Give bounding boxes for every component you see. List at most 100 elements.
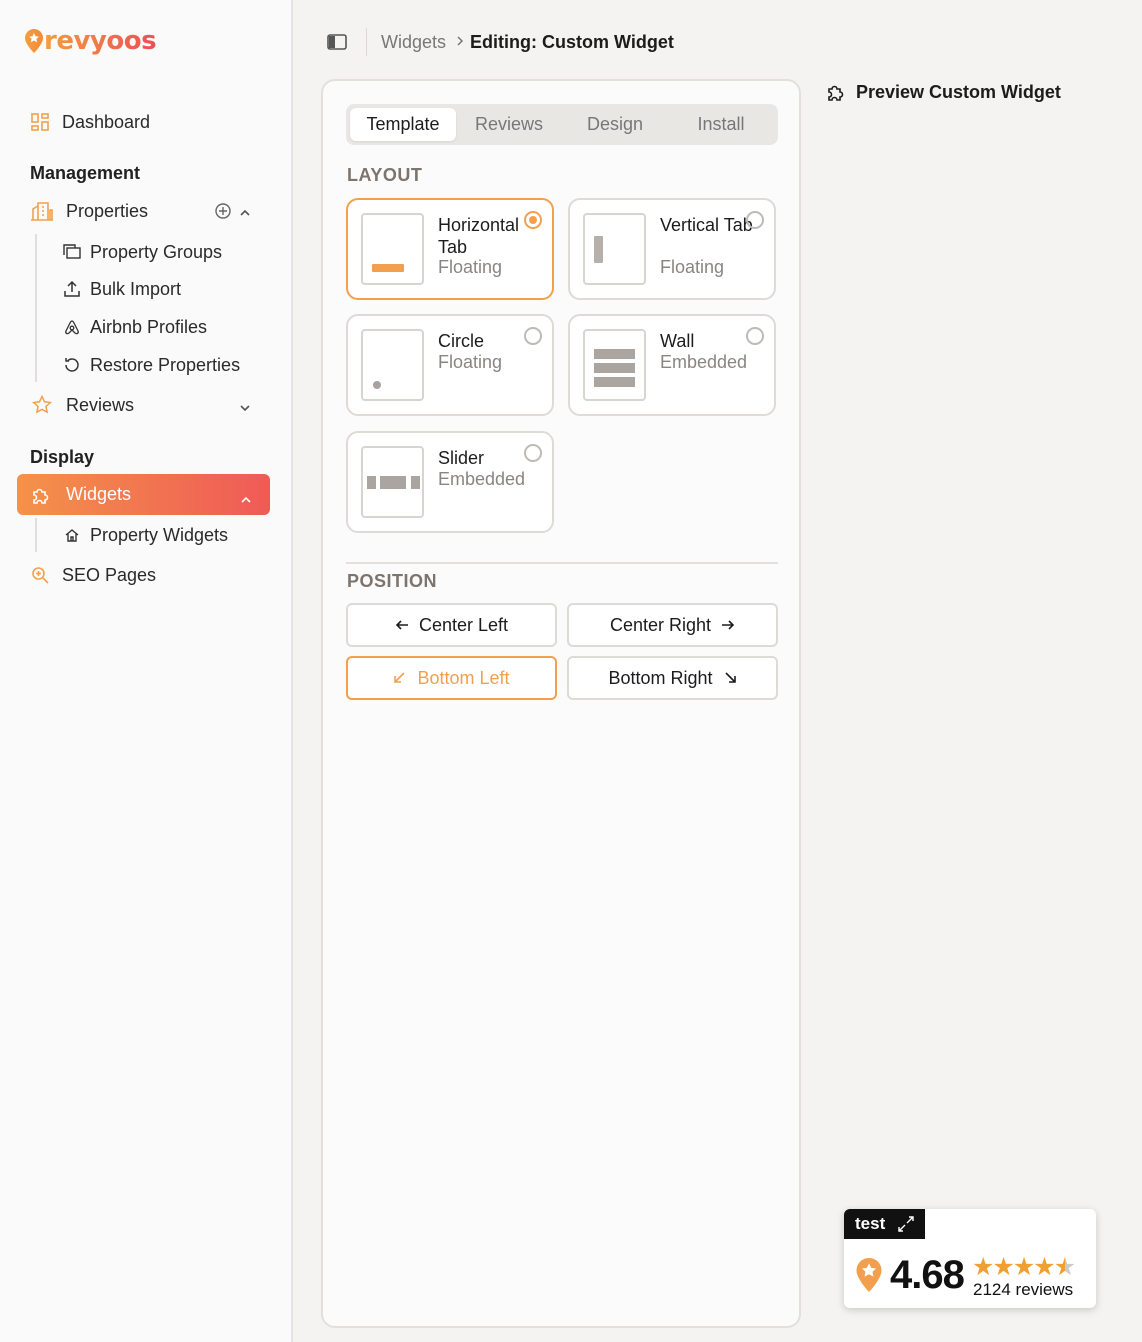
sidebar-item-label: Restore Properties — [90, 354, 241, 375]
position-center-left-button[interactable]: Center Left — [346, 603, 557, 647]
sidebar-item-label: Property Groups — [90, 241, 223, 262]
review-widget-preview[interactable]: test 4.68 ★★★★★ 2124 reviews — [844, 1209, 1096, 1308]
layout-thumbnail — [583, 329, 646, 401]
layout-option-wall[interactable]: Wall Embedded — [568, 314, 776, 416]
pin-star-icon — [856, 1258, 882, 1292]
star-icon: ★ — [1012, 1253, 1035, 1281]
layout-option-title: Slider — [438, 448, 485, 468]
sidebar-item-label: Dashboard — [62, 111, 151, 132]
layout-section-label: LAYOUT — [347, 165, 423, 185]
layout-radio[interactable] — [746, 327, 764, 345]
section-label-display: Display — [30, 447, 95, 467]
layout-radio[interactable] — [524, 211, 542, 229]
layout-option-horizontal-tab[interactable]: Horizontal Tab Floating — [346, 198, 554, 300]
sidebar-item-label: SEO Pages — [62, 564, 157, 585]
position-bottom-right-button[interactable]: Bottom Right — [567, 656, 778, 700]
position-bottom-left-button[interactable]: Bottom Left — [346, 656, 557, 700]
seo-search-icon — [30, 565, 50, 585]
layout-option-subtitle: Floating — [438, 257, 503, 277]
chevron-up-icon[interactable] — [239, 205, 251, 223]
arrow-down-right-icon — [724, 672, 736, 683]
sidebar-item-label: Reviews — [66, 394, 135, 415]
position-center-right-button[interactable]: Center Right — [567, 603, 778, 647]
puzzle-icon — [30, 484, 52, 506]
sidebar-item-label: Bulk Import — [90, 278, 182, 299]
dashboard-icon — [30, 112, 50, 132]
divider — [366, 28, 367, 56]
sidebar-item-bulk-import[interactable]: Bulk Import — [62, 276, 181, 302]
layout-option-subtitle: Floating — [660, 257, 725, 277]
position-label: Bottom Left — [417, 667, 510, 688]
layout-radio[interactable] — [524, 327, 542, 345]
star-icon: ★ — [972, 1253, 994, 1281]
half-star-icon: ★ — [1053, 1253, 1076, 1281]
widget-tab[interactable]: test — [844, 1209, 925, 1239]
layout-thumbnail — [361, 446, 424, 518]
tree-line — [35, 518, 37, 552]
airbnb-icon — [62, 317, 82, 337]
editor-panel: Template Reviews Design Install LAYOUT H… — [321, 79, 801, 1328]
sidebar-item-seo-pages[interactable]: SEO Pages — [30, 562, 156, 588]
layout-option-title: Horizontal Tab — [438, 215, 520, 257]
sidebar-item-reviews[interactable]: Reviews — [30, 392, 134, 418]
sidebar-item-label: Airbnb Profiles — [90, 316, 208, 337]
layout-option-subtitle: Embedded — [660, 352, 748, 372]
layout-option-circle[interactable]: Circle Floating — [346, 314, 554, 416]
sidebar-item-dashboard[interactable]: Dashboard — [30, 109, 150, 135]
toggle-sidebar-icon[interactable] — [326, 33, 348, 51]
chevron-down-icon[interactable] — [239, 400, 251, 418]
layout-radio[interactable] — [746, 211, 764, 229]
rating-stars: ★★★★★ — [972, 1252, 1076, 1282]
sidebar-item-widgets[interactable]: Widgets — [17, 474, 270, 515]
chevron-up-icon[interactable] — [240, 489, 252, 510]
arrow-left-icon — [395, 620, 408, 630]
preview-heading: Preview Custom Widget — [825, 81, 1061, 103]
layout-option-title: Wall — [660, 331, 695, 351]
arrow-down-left-icon — [394, 672, 406, 683]
section-label-management: Management — [30, 163, 141, 183]
pin-star-icon — [25, 29, 43, 53]
expand-icon[interactable] — [897, 1215, 915, 1233]
layout-option-subtitle: Floating — [438, 352, 503, 372]
layout-option-title: Circle — [438, 331, 485, 351]
position-label: Center Right — [609, 614, 712, 635]
layout-radio[interactable] — [524, 444, 542, 462]
building-icon — [30, 201, 54, 221]
breadcrumb-widgets-link[interactable]: Widgets — [381, 32, 446, 53]
restore-icon — [62, 355, 82, 375]
widget-rating-score: 4.68 — [890, 1253, 965, 1297]
layout-option-vertical-tab[interactable]: Vertical Tab Floating — [568, 198, 776, 300]
layout-option-subtitle: Embedded — [438, 469, 526, 489]
sidebar-item-airbnb-profiles[interactable]: Airbnb Profiles — [62, 314, 207, 340]
position-label: Center Left — [418, 614, 509, 635]
layout-thumbnail — [583, 213, 646, 285]
breadcrumb: Widgets Editing: Custom Widget — [326, 28, 674, 56]
sidebar-item-properties[interactable]: Properties — [30, 198, 148, 224]
home-icon — [62, 525, 82, 545]
revyoos-logo[interactable]: revyoos — [24, 26, 157, 56]
tree-line — [35, 234, 37, 382]
chevron-right-icon — [456, 34, 464, 50]
layout-thumbnail — [361, 213, 424, 285]
sidebar-item-label: Properties — [66, 200, 149, 221]
section-divider — [346, 562, 778, 564]
sidebar-item-property-groups[interactable]: Property Groups — [62, 239, 222, 265]
sidebar-item-property-widgets[interactable]: Property Widgets — [62, 522, 228, 548]
tab-reviews[interactable]: Reviews — [456, 108, 562, 141]
sidebar-item-label: Property Widgets — [90, 524, 229, 545]
layout-option-slider[interactable]: Slider Embedded — [346, 431, 554, 533]
tab-template[interactable]: Template — [350, 108, 456, 141]
star-icon: ★ — [992, 1253, 1014, 1281]
widget-tab-label: test — [855, 1214, 886, 1233]
star-icon — [30, 395, 54, 415]
star-icon: ★ — [1033, 1253, 1055, 1281]
tab-design[interactable]: Design — [562, 108, 668, 141]
folders-icon — [62, 242, 82, 262]
sidebar: revyoos Dashboard Management Properties … — [0, 0, 293, 1342]
tab-install[interactable]: Install — [668, 108, 774, 141]
editor-tabs: Template Reviews Design Install — [346, 104, 778, 145]
add-property-icon[interactable] — [214, 202, 232, 225]
position-section-label: POSITION — [347, 571, 438, 591]
sidebar-item-restore-properties[interactable]: Restore Properties — [62, 352, 240, 378]
logo-text: revyoos — [44, 26, 157, 56]
